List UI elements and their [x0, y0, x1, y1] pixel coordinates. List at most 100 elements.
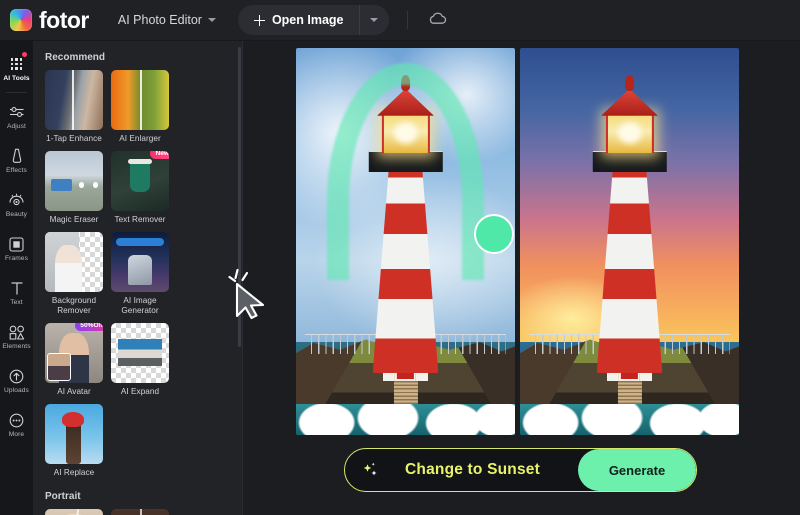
cloud-save-button[interactable]: [428, 11, 447, 30]
sidebar-item-uploads[interactable]: Uploads: [0, 359, 33, 403]
sidebar-item-label: Elements: [2, 343, 31, 350]
tool-card-face-unblur[interactable]: Face Unblur: [111, 509, 169, 515]
left-icon-rail: AI Tools Adjust Effects Beauty Frames Te…: [0, 41, 33, 515]
open-image-dropdown-button[interactable]: [358, 5, 389, 35]
tool-card-label: AI Replace: [53, 468, 95, 477]
magic-wand-icon: [10, 148, 24, 164]
tool-card-label: Text Remover: [114, 215, 166, 224]
surf-layer: [520, 404, 739, 435]
sidebar-item-elements[interactable]: Elements: [0, 315, 33, 359]
tool-card-text-remover[interactable]: New Text Remover: [111, 151, 169, 225]
editor-mode-label: AI Photo Editor: [117, 13, 202, 27]
sidebar-item-label: Adjust: [7, 123, 26, 130]
tool-thumbnail: [45, 232, 103, 292]
tool-card-label: Background Remover: [51, 296, 97, 315]
editor-mode-dropdown[interactable]: AI Photo Editor: [118, 13, 216, 27]
sidebar-item-label: Frames: [5, 255, 28, 262]
sidebar-item-frames[interactable]: Frames: [0, 227, 33, 271]
generate-button-label: Generate: [608, 462, 666, 478]
sidebar-item-ai-tools[interactable]: AI Tools: [0, 47, 33, 91]
tool-card-label: Magic Eraser: [49, 215, 99, 224]
tool-thumbnail: [111, 323, 169, 383]
lighthouse-lamp: [381, 113, 430, 153]
brand-logo[interactable]: fotor: [10, 6, 89, 33]
prompt-value: Change to Sunset: [405, 461, 540, 478]
sidebar-item-label: Effects: [6, 167, 27, 174]
rail-divider: [6, 92, 27, 93]
tool-card-label: AI Expand: [120, 387, 160, 396]
tool-card-ai-skin-retouch[interactable]: AI Skin Retouch: [45, 509, 103, 515]
open-image-label: Open Image: [271, 13, 344, 27]
sidebar-item-label: Text: [10, 299, 23, 306]
sidebar-item-label: Uploads: [4, 387, 29, 394]
sidebar-item-more[interactable]: More: [0, 403, 33, 447]
recommend-tool-grid: 1-Tap Enhance AI Enlarger Magic Eraser N…: [45, 70, 234, 478]
lighthouse-finial: [624, 75, 635, 91]
tool-card-label: AI Enlarger: [119, 134, 161, 143]
tool-card-1-tap-enhance[interactable]: 1-Tap Enhance: [45, 70, 103, 144]
frame-icon: [9, 236, 24, 252]
brand-name: fotor: [39, 6, 89, 33]
tools-panel: Recommend 1-Tap Enhance AI Enlarger Magi…: [33, 41, 243, 515]
portrait-tool-grid: AI Skin Retouch Face Unblur Old Photo Re…: [45, 509, 234, 515]
tool-thumbnail: New: [111, 151, 169, 211]
new-badge: New: [150, 151, 169, 160]
brush-cursor-circle: [474, 214, 514, 254]
tool-thumbnail: [111, 509, 169, 515]
discount-badge: 50%Off: [75, 323, 103, 332]
sidebar-item-label: More: [8, 431, 25, 438]
ellipsis-icon: [9, 412, 24, 428]
toolbar-divider: [406, 11, 408, 29]
surf-layer: [296, 404, 515, 435]
grid-dots-icon: [10, 56, 23, 72]
fotor-rainbow-logo-icon: [10, 9, 32, 31]
sidebar-item-label: Beauty: [5, 211, 28, 218]
chevron-down-icon: [370, 18, 378, 22]
result-image-preview[interactable]: [520, 48, 739, 435]
lighthouse-gallery: [592, 150, 667, 172]
prompt-input[interactable]: Change to Sunset: [345, 449, 578, 491]
tool-thumbnail: [111, 70, 169, 130]
lighthouse-finial: [400, 75, 411, 91]
tool-card-ai-avatar[interactable]: 50%Off AI Avatar: [45, 323, 103, 397]
cloud-icon: [429, 12, 446, 24]
tool-card-magic-eraser[interactable]: Magic Eraser: [45, 151, 103, 225]
tool-card-ai-replace[interactable]: AI Replace: [45, 404, 103, 478]
tools-panel-scrollbar[interactable]: [238, 47, 241, 347]
tool-card-ai-enlarger[interactable]: AI Enlarger: [111, 70, 169, 144]
plus-icon: [253, 14, 265, 26]
open-image-button[interactable]: Open Image: [238, 5, 359, 35]
tool-thumbnail: [45, 151, 103, 211]
tool-thumbnail: [111, 232, 169, 292]
sidebar-item-adjust[interactable]: Adjust: [0, 95, 33, 139]
tool-thumbnail: [45, 70, 103, 130]
image-canvas: [243, 41, 800, 515]
lighthouse-gallery: [368, 150, 443, 172]
tool-thumbnail: 50%Off: [45, 323, 103, 383]
shapes-icon: [9, 324, 25, 340]
tool-card-background-remover[interactable]: Background Remover: [45, 232, 103, 316]
top-bar: fotor AI Photo Editor Open Image: [0, 0, 800, 41]
prompt-bar: Change to Sunset Generate: [344, 448, 697, 492]
tool-thumbnail: [45, 509, 103, 515]
sparkle-icon: [361, 460, 381, 480]
sidebar-item-label: AI Tools: [3, 75, 30, 82]
text-t-icon: [10, 280, 24, 296]
tool-card-ai-expand[interactable]: AI Expand: [111, 323, 169, 397]
open-image-button-group: Open Image: [237, 5, 389, 35]
sidebar-item-effects[interactable]: Effects: [0, 139, 33, 183]
tools-panel-scroll-area: Recommend 1-Tap Enhance AI Enlarger Magi…: [33, 41, 243, 515]
sidebar-item-text[interactable]: Text: [0, 271, 33, 315]
tool-thumbnail: [45, 404, 103, 464]
tool-card-label: AI Avatar: [57, 387, 91, 396]
sliders-icon: [9, 104, 25, 120]
chevron-down-icon: [207, 18, 216, 22]
lighthouse-lamp: [605, 113, 654, 153]
tool-card-ai-image-generator[interactable]: AI Image Generator: [111, 232, 169, 316]
eye-beauty-icon: [8, 192, 25, 208]
section-title-portrait: Portrait: [45, 491, 81, 502]
generate-button[interactable]: Generate: [578, 449, 696, 491]
tool-card-label: 1-Tap Enhance: [46, 134, 102, 143]
sidebar-item-beauty[interactable]: Beauty: [0, 183, 33, 227]
upload-cloud-icon: [9, 368, 24, 384]
